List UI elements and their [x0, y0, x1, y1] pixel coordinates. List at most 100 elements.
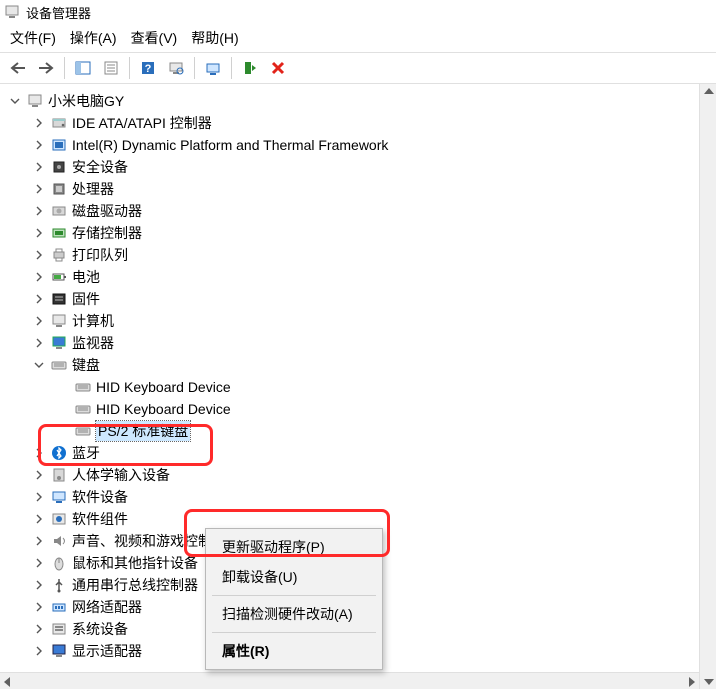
- tree-item-label: 鼠标和其他指针设备: [72, 553, 198, 573]
- tree-item[interactable]: 计算机: [32, 310, 712, 332]
- tree-item-label: 安全设备: [72, 157, 128, 177]
- ctx-update-driver[interactable]: 更新驱动程序(P): [208, 532, 380, 562]
- menu-bar: 文件(F) 操作(A) 查看(V) 帮助(H): [0, 24, 716, 52]
- toolbar-separator: [231, 57, 232, 79]
- tree-item[interactable]: 磁盘驱动器: [32, 200, 712, 222]
- expander-closed-icon[interactable]: [32, 468, 46, 482]
- tree-item[interactable]: 软件组件: [32, 508, 712, 530]
- back-button[interactable]: [6, 56, 30, 80]
- expander-open-icon[interactable]: [32, 358, 46, 372]
- horizontal-scrollbar[interactable]: [0, 672, 699, 689]
- computer-icon: [50, 312, 68, 330]
- expander-closed-icon[interactable]: [32, 600, 46, 614]
- tree-item-label: 软件组件: [72, 509, 128, 529]
- tree-item-label: 磁盘驱动器: [72, 201, 142, 221]
- ctx-properties[interactable]: 属性(R): [208, 636, 380, 666]
- tree-item-label: 声音、视频和游戏控制器: [72, 531, 226, 551]
- toolbar-separator: [194, 57, 195, 79]
- tree-item-label: 通用串行总线控制器: [72, 575, 198, 595]
- tree-item-keyboard[interactable]: 键盘: [32, 354, 712, 376]
- menu-view[interactable]: 查看(V): [131, 28, 178, 48]
- menu-file[interactable]: 文件(F): [10, 28, 56, 48]
- expander-closed-icon[interactable]: [32, 314, 46, 328]
- expander-closed-icon[interactable]: [32, 204, 46, 218]
- uninstall-device-button[interactable]: [266, 56, 290, 80]
- printer-icon: [50, 246, 68, 264]
- tree-item[interactable]: 电池: [32, 266, 712, 288]
- expander-closed-icon[interactable]: [32, 578, 46, 592]
- tree-leaf-label: HID Keyboard Device: [96, 401, 231, 417]
- scan-hardware-button[interactable]: [164, 56, 188, 80]
- tree-item[interactable]: Intel(R) Dynamic Platform and Thermal Fr…: [32, 134, 712, 156]
- system-icon: [50, 620, 68, 638]
- expander-closed-icon[interactable]: [32, 116, 46, 130]
- expander-closed-icon[interactable]: [32, 644, 46, 658]
- menu-action[interactable]: 操作(A): [70, 28, 117, 48]
- expander-closed-icon[interactable]: [32, 248, 46, 262]
- security-icon: [50, 158, 68, 176]
- expander-closed-icon[interactable]: [32, 446, 46, 460]
- menu-help[interactable]: 帮助(H): [191, 28, 238, 48]
- storage-icon: [50, 224, 68, 242]
- expander-closed-icon[interactable]: [32, 556, 46, 570]
- tree-item-label: 蓝牙: [72, 443, 100, 463]
- tree-leaf-keyboard[interactable]: HID Keyboard Device: [56, 376, 712, 398]
- tree-item[interactable]: 打印队列: [32, 244, 712, 266]
- tree-item-label: 处理器: [72, 179, 114, 199]
- keyboard-icon: [74, 400, 92, 418]
- tree-item[interactable]: 安全设备: [32, 156, 712, 178]
- forward-button[interactable]: [34, 56, 58, 80]
- ctx-scan-hardware[interactable]: 扫描检测硬件改动(A): [208, 599, 380, 629]
- vertical-scrollbar[interactable]: [699, 84, 716, 689]
- disk-icon: [50, 202, 68, 220]
- show-hide-tree-button[interactable]: [71, 56, 95, 80]
- expander-closed-icon[interactable]: [32, 292, 46, 306]
- expander-closed-icon[interactable]: [32, 336, 46, 350]
- mouse-icon: [50, 554, 68, 572]
- expander-closed-icon[interactable]: [32, 534, 46, 548]
- tree-item[interactable]: 监视器: [32, 332, 712, 354]
- tree-item[interactable]: 人体学输入设备: [32, 464, 712, 486]
- tree-item-label: 存储控制器: [72, 223, 142, 243]
- keyboard-icon: [74, 422, 92, 440]
- expander-open-icon[interactable]: [8, 94, 22, 108]
- tree-leaf-keyboard[interactable]: PS/2 标准键盘: [56, 420, 712, 442]
- properties-button[interactable]: [99, 56, 123, 80]
- update-driver-button[interactable]: [201, 56, 225, 80]
- tree-item-label: 软件设备: [72, 487, 128, 507]
- tree-item-label: 固件: [72, 289, 100, 309]
- tree-item[interactable]: 处理器: [32, 178, 712, 200]
- expander-closed-icon[interactable]: [32, 490, 46, 504]
- toolbar-separator: [129, 57, 130, 79]
- expander-closed-icon[interactable]: [32, 138, 46, 152]
- firmware-icon: [50, 290, 68, 308]
- expander-closed-icon[interactable]: [32, 622, 46, 636]
- expander-closed-icon[interactable]: [32, 226, 46, 240]
- enable-device-button[interactable]: [238, 56, 262, 80]
- window-title: 设备管理器: [26, 3, 91, 22]
- ide-icon: [50, 114, 68, 132]
- tree-item[interactable]: 存储控制器: [32, 222, 712, 244]
- toolbar: ?: [0, 52, 716, 84]
- tree-item-label: 人体学输入设备: [72, 465, 170, 485]
- tree-item[interactable]: 蓝牙: [32, 442, 712, 464]
- tree-root[interactable]: 小米电脑GY: [8, 90, 712, 112]
- expander-closed-icon[interactable]: [32, 160, 46, 174]
- expander-closed-icon[interactable]: [32, 182, 46, 196]
- tree-item[interactable]: 固件: [32, 288, 712, 310]
- tree-leaf-keyboard[interactable]: HID Keyboard Device: [56, 398, 712, 420]
- help-button[interactable]: ?: [136, 56, 160, 80]
- tree-item-label: 电池: [72, 267, 100, 287]
- tree-item[interactable]: 软件设备: [32, 486, 712, 508]
- network-icon: [50, 598, 68, 616]
- context-menu: 更新驱动程序(P) 卸载设备(U) 扫描检测硬件改动(A) 属性(R): [205, 528, 383, 670]
- display-icon: [50, 642, 68, 660]
- expander-closed-icon[interactable]: [32, 270, 46, 284]
- tree-item-label: 键盘: [72, 355, 100, 375]
- expander-closed-icon[interactable]: [32, 512, 46, 526]
- tree-item-label: Intel(R) Dynamic Platform and Thermal Fr…: [72, 137, 388, 153]
- tree-item[interactable]: IDE ATA/ATAPI 控制器: [32, 112, 712, 134]
- ctx-uninstall-device[interactable]: 卸载设备(U): [208, 562, 380, 592]
- tree-root-label: 小米电脑GY: [48, 91, 124, 111]
- context-menu-separator: [212, 595, 376, 596]
